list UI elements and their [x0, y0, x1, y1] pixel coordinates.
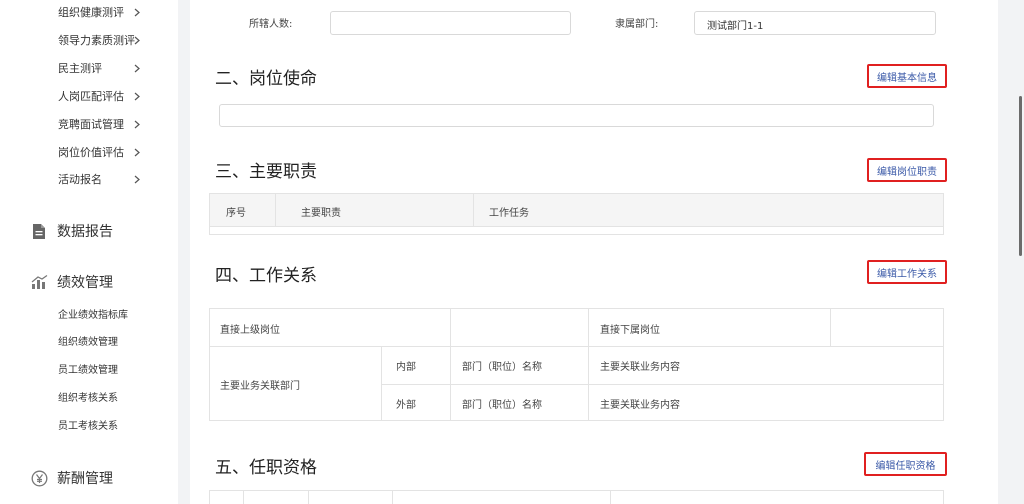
chevron-right-icon	[134, 145, 140, 161]
sidebar-group-performance[interactable]: 绩效管理	[30, 271, 113, 293]
department-label: 隶属部门:	[615, 19, 659, 30]
table-divider	[381, 384, 944, 385]
sidebar-item-employee-performance[interactable]: 员工绩效管理	[58, 363, 118, 379]
department-value: 测试部门1-1	[707, 21, 764, 32]
table-divider	[308, 490, 309, 504]
chevron-right-icon	[134, 117, 140, 133]
headcount-label: 所辖人数:	[249, 19, 293, 30]
edit-relations-button[interactable]: 编辑工作关系	[867, 260, 947, 284]
sidebar-item-democratic[interactable]: 民主测评	[58, 61, 102, 77]
sidebar-item-kpi-library[interactable]: 企业绩效指标库	[58, 308, 128, 324]
table-divider	[209, 346, 944, 347]
headcount-input[interactable]	[330, 11, 571, 35]
table-divider	[275, 193, 276, 227]
table-divider	[588, 308, 589, 421]
scope-external: 外部	[396, 400, 416, 411]
sidebar-item-person-job-match[interactable]: 人岗匹配评估	[58, 89, 124, 105]
subordinate-position-label: 直接下属岗位	[600, 325, 660, 336]
department-input[interactable]: 测试部门1-1	[694, 11, 936, 35]
chevron-right-icon	[134, 33, 140, 49]
sidebar-group-salary[interactable]: 薪酬管理	[30, 467, 113, 489]
table-divider	[392, 490, 393, 504]
edit-basic-info-button[interactable]: 编辑基本信息	[867, 64, 947, 88]
chevron-right-icon	[134, 5, 140, 21]
table-divider	[243, 490, 244, 504]
table-divider	[381, 346, 382, 421]
section-title-qualifications: 五、任职资格	[215, 458, 317, 478]
related-departments-label: 主要业务关联部门	[220, 381, 300, 392]
sidebar-item-activity[interactable]: 活动报名	[58, 172, 102, 188]
superior-position-label: 直接上级岗位	[220, 325, 280, 336]
sidebar-item-interview[interactable]: 竞聘面试管理	[58, 117, 124, 133]
section-title-duties: 三、主要职责	[215, 162, 317, 182]
sidebar-item-org-assessment[interactable]: 组织考核关系	[58, 391, 118, 407]
related-content-label: 主要关联业务内容	[600, 362, 680, 373]
sidebar-item-leadership[interactable]: 领导力素质测评	[58, 33, 135, 49]
related-content-label: 主要关联业务内容	[600, 400, 680, 411]
dept-name-label: 部门（职位）名称	[462, 400, 542, 411]
qualifications-table	[209, 490, 944, 504]
scrollbar-thumb[interactable]	[1019, 96, 1022, 256]
sidebar-group-label: 薪酬管理	[57, 471, 113, 487]
dept-name-label: 部门（职位）名称	[462, 362, 542, 373]
mission-textarea[interactable]	[219, 104, 934, 127]
column-header-index: 序号	[226, 208, 246, 219]
sidebar-group-data-report[interactable]: 数据报告	[30, 220, 113, 242]
chevron-right-icon	[134, 61, 140, 77]
relations-table	[209, 308, 944, 421]
sidebar-item-employee-assessment[interactable]: 员工考核关系	[58, 419, 118, 435]
duties-table-body	[209, 227, 944, 235]
chevron-right-icon	[134, 172, 140, 188]
bar-chart-icon	[30, 273, 48, 291]
sidebar-group-label: 数据报告	[57, 224, 113, 240]
sidebar-item-org-health[interactable]: 组织健康测评	[58, 5, 124, 21]
edit-duties-button[interactable]: 编辑岗位职责	[867, 158, 947, 182]
column-header-task: 工作任务	[489, 208, 529, 219]
document-icon	[30, 222, 48, 240]
sidebar-item-org-performance[interactable]: 组织绩效管理	[58, 335, 118, 351]
sidebar-group-label: 绩效管理	[57, 275, 113, 291]
edit-qualifications-button[interactable]: 编辑任职资格	[864, 452, 947, 476]
yen-icon	[30, 469, 48, 487]
table-divider	[450, 308, 451, 421]
sidebar: 组织健康测评 领导力素质测评 民主测评 人岗匹配评估 竞聘面试管理 岗位价值评估…	[0, 0, 178, 504]
scope-internal: 内部	[396, 362, 416, 373]
table-divider	[830, 308, 831, 346]
section-title-mission: 二、岗位使命	[215, 69, 317, 89]
table-divider	[610, 490, 611, 504]
sidebar-item-job-value[interactable]: 岗位价值评估	[58, 145, 124, 161]
table-divider	[473, 193, 474, 227]
section-title-relations: 四、工作关系	[215, 266, 317, 286]
column-header-duty: 主要职责	[301, 208, 341, 219]
chevron-right-icon	[134, 89, 140, 105]
